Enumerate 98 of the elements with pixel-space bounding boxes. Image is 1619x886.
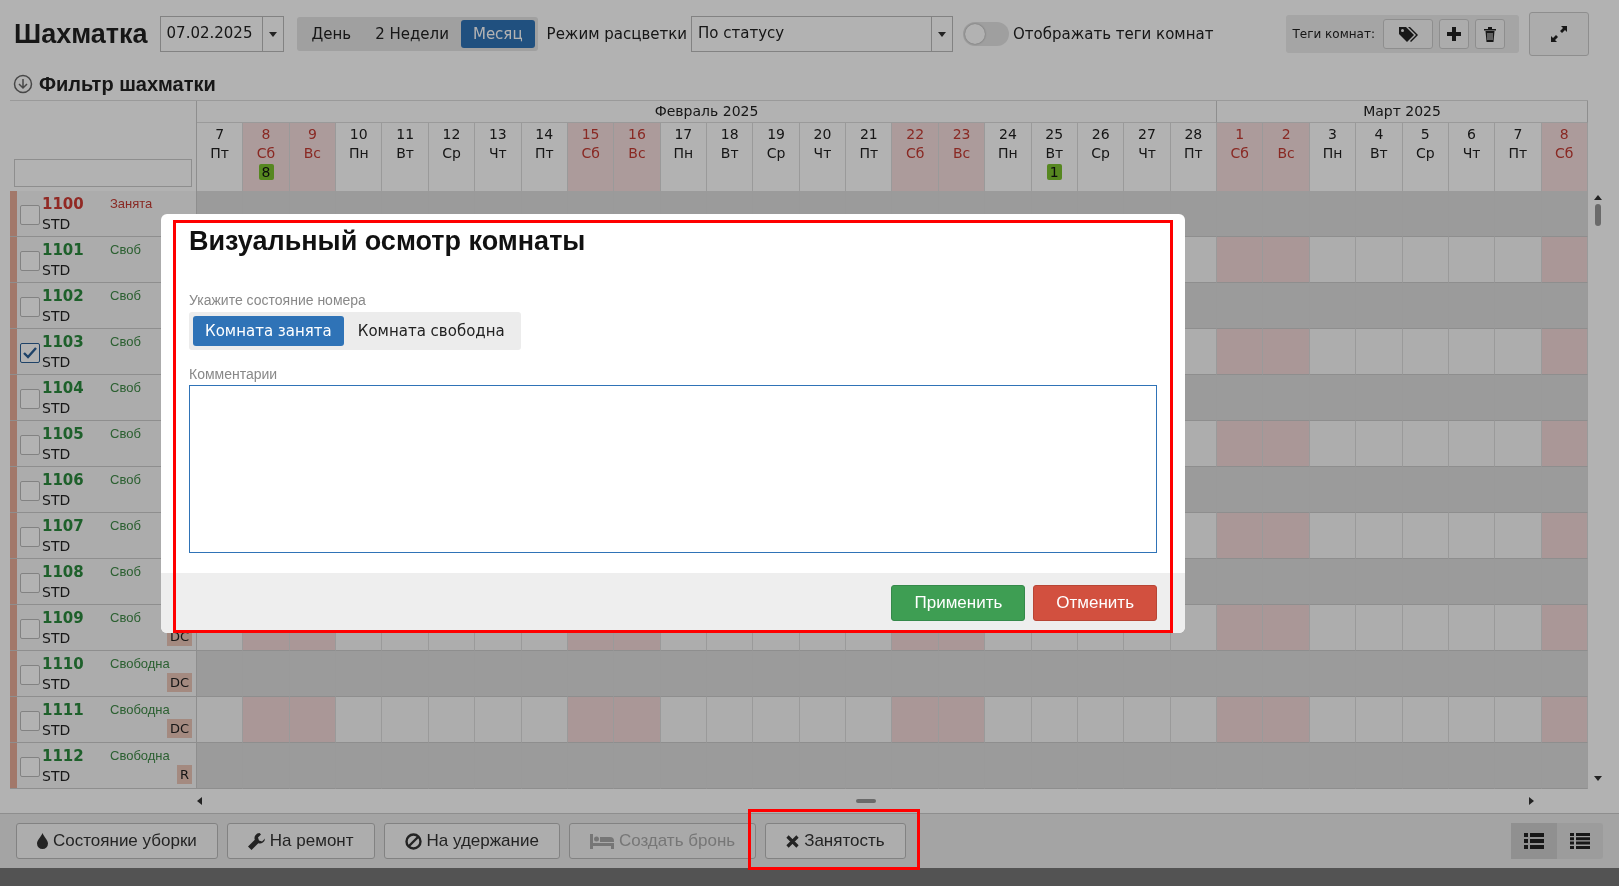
room-tag: DC xyxy=(166,719,192,738)
weekday-label: Сб xyxy=(905,144,925,163)
day-number: 6 xyxy=(1467,125,1477,144)
weekday-label: Чт xyxy=(813,144,832,163)
weekday-label: Вт xyxy=(1369,144,1388,163)
day-number: 25 xyxy=(1045,125,1064,144)
weekday-label: Пт xyxy=(534,144,554,163)
room-type: STD xyxy=(42,445,72,464)
room-type: STD xyxy=(42,261,72,280)
room-type: STD xyxy=(42,767,72,786)
room-tags-label: Теги комнат: xyxy=(1292,27,1375,41)
day-number: 1 xyxy=(1235,125,1245,144)
page-title: Шахматка xyxy=(14,18,148,50)
weekday-label: Вт xyxy=(720,144,739,163)
day-number: 2 xyxy=(1281,125,1291,144)
room-status: Занята xyxy=(110,195,153,213)
room-type: STD xyxy=(42,675,72,694)
weekday-label: Пн xyxy=(348,144,369,163)
weekday-label: Сб xyxy=(256,144,276,163)
day-number: 7 xyxy=(1513,125,1523,144)
weekday-label: Вт xyxy=(1045,144,1064,163)
weekday-label: Сб xyxy=(581,144,600,163)
field-label: Укажите состояние номера xyxy=(189,292,367,308)
weekday-label: Ср xyxy=(766,144,786,163)
day-number: 8 xyxy=(261,125,271,144)
toggle-label: Отображать теги комнат xyxy=(1013,25,1214,43)
weekday-label: Пн xyxy=(1322,144,1343,163)
day-number: 26 xyxy=(1091,125,1110,144)
count-badge: 1 xyxy=(1046,164,1062,180)
day-number: 22 xyxy=(906,125,925,144)
weekday-label: Ср xyxy=(442,144,461,163)
day-number: 4 xyxy=(1374,125,1384,144)
weekday-label: Пн xyxy=(998,144,1018,163)
day-number: 18 xyxy=(720,125,739,144)
room-status: Своб xyxy=(110,287,141,305)
day-number: 5 xyxy=(1420,125,1430,144)
color-mode-label: Режим расцветки xyxy=(546,25,687,43)
weekday-label: Чт xyxy=(489,144,507,163)
day-number: 12 xyxy=(442,125,461,144)
room-status: Своб xyxy=(110,425,141,443)
day-number: 24 xyxy=(999,125,1017,144)
weekday-label: Вс xyxy=(303,144,322,163)
room-type: STD xyxy=(42,307,72,326)
day-number: 14 xyxy=(535,125,554,144)
weekday-label: Ср xyxy=(1415,144,1435,163)
day-number: 9 xyxy=(307,125,317,144)
room-type: STD xyxy=(42,399,72,418)
day-number: 23 xyxy=(952,125,971,144)
room-status: Своб xyxy=(110,241,141,259)
day-number: 17 xyxy=(674,125,693,144)
room-status: Свободна xyxy=(110,655,170,673)
room-status: Своб xyxy=(110,517,141,535)
room-status: Свободна xyxy=(110,701,170,719)
weekday-label: Сб xyxy=(1555,144,1574,163)
room-status: Свободна xyxy=(110,747,170,765)
weekday-label: Пт xyxy=(859,144,879,163)
weekday-label: Пт xyxy=(210,144,229,163)
room-status: Своб xyxy=(110,609,141,627)
day-number: 27 xyxy=(1138,125,1156,144)
weekday-label: Сб xyxy=(1230,144,1249,163)
room-type: STD xyxy=(42,629,72,648)
weekday-label: Вс xyxy=(1277,144,1295,163)
weekday-label: Вс xyxy=(952,144,971,163)
day-number: 21 xyxy=(859,125,878,144)
weekday-label: Пт xyxy=(1184,144,1203,163)
day-number: 11 xyxy=(396,125,415,144)
room-status: Своб xyxy=(110,471,141,489)
day-number: 3 xyxy=(1328,125,1337,144)
count-badge: 8 xyxy=(258,164,274,180)
room-type: STD xyxy=(42,537,72,556)
day-number: 19 xyxy=(767,125,785,144)
day-number: 8 xyxy=(1559,125,1569,144)
room-status: Своб xyxy=(110,563,141,581)
weekday-label: Вт xyxy=(396,144,414,163)
room-type: STD xyxy=(42,583,72,602)
room-tag: DC xyxy=(166,673,192,692)
dialog-title: Визуальный осмотр комнаты xyxy=(189,226,587,257)
weekday-label: Чт xyxy=(1462,144,1481,163)
room-tag: R xyxy=(176,765,192,784)
day-number: 13 xyxy=(488,125,507,144)
day-number: 28 xyxy=(1184,125,1203,144)
weekday-label: Чт xyxy=(1138,144,1156,163)
room-status: Своб xyxy=(110,333,141,351)
day-number: 20 xyxy=(813,125,832,144)
weekday-label: Ср xyxy=(1091,144,1110,163)
room-status: Своб xyxy=(110,379,141,397)
day-number: 16 xyxy=(628,125,646,144)
day-number: 10 xyxy=(349,125,368,144)
day-number: 15 xyxy=(581,125,600,144)
room-type: STD xyxy=(42,353,72,372)
weekday-label: Пт xyxy=(1508,144,1528,163)
weekday-label: Пн xyxy=(673,144,694,163)
field-label: Комментарии xyxy=(189,366,279,382)
room-type: STD xyxy=(42,491,72,510)
weekday-label: Вс xyxy=(628,144,646,163)
day-number: 7 xyxy=(215,125,225,144)
room-type: STD xyxy=(42,215,72,234)
room-type: STD xyxy=(42,721,72,740)
